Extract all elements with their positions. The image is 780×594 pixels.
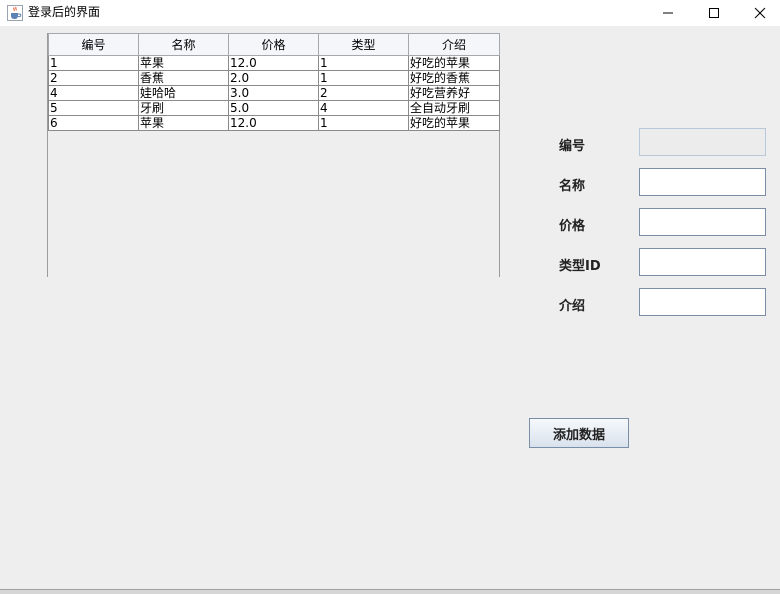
close-button[interactable] xyxy=(737,0,780,26)
table-cell[interactable]: 苹果 xyxy=(138,115,229,131)
table-row[interactable]: 1 苹果 12.0 1 好吃的苹果 xyxy=(48,55,500,71)
table-header-row: 编号 名称 价格 类型 介绍 xyxy=(48,33,500,56)
column-header-type[interactable]: 类型 xyxy=(318,33,409,56)
type-id-field[interactable] xyxy=(639,248,766,276)
price-label: 价格 xyxy=(559,219,586,234)
table-cell[interactable]: 4 xyxy=(48,85,139,101)
close-icon xyxy=(754,7,766,19)
table-cell[interactable]: 1 xyxy=(318,70,409,86)
java-cup-icon xyxy=(7,5,23,21)
table-row[interactable]: 2 香蕉 2.0 1 好吃的香蕉 xyxy=(48,70,500,86)
type-id-label: 类型ID xyxy=(559,259,601,274)
product-table-scroll[interactable]: 编号 名称 价格 类型 介绍 1 苹果 12.0 1 好吃的苹果 2 香蕉 2.… xyxy=(47,33,500,277)
table-cell[interactable]: 1 xyxy=(318,55,409,71)
table-cell[interactable]: 好吃的香蕉 xyxy=(408,70,500,86)
table-cell[interactable]: 2 xyxy=(48,70,139,86)
description-field[interactable] xyxy=(639,288,766,316)
id-field xyxy=(639,128,766,156)
table-cell[interactable]: 1 xyxy=(48,55,139,71)
table-cell[interactable]: 5 xyxy=(48,100,139,116)
table-row[interactable]: 5 牙刷 5.0 4 全自动牙刷 xyxy=(48,100,500,116)
add-data-button[interactable]: 添加数据 xyxy=(529,418,629,448)
table-row[interactable]: 4 娃哈哈 3.0 2 好吃营养好 xyxy=(48,85,500,101)
table-cell[interactable]: 1 xyxy=(318,115,409,131)
table-cell[interactable]: 好吃的苹果 xyxy=(408,55,500,71)
table-row[interactable]: 6 苹果 12.0 1 好吃的苹果 xyxy=(48,115,500,131)
table-cell[interactable]: 3.0 xyxy=(228,85,319,101)
table-cell[interactable]: 苹果 xyxy=(138,55,229,71)
name-field[interactable] xyxy=(639,168,766,196)
column-header-description[interactable]: 介绍 xyxy=(408,33,500,56)
maximize-icon xyxy=(709,8,719,18)
id-label: 编号 xyxy=(559,139,586,154)
table-cell[interactable]: 6 xyxy=(48,115,139,131)
table-cell[interactable]: 2.0 xyxy=(228,70,319,86)
window-bottom-border xyxy=(0,589,780,594)
table-cell[interactable]: 12.0 xyxy=(228,55,319,71)
table-cell[interactable]: 好吃的苹果 xyxy=(408,115,500,131)
name-label: 名称 xyxy=(559,179,586,194)
table-cell[interactable]: 好吃营养好 xyxy=(408,85,500,101)
product-table: 编号 名称 价格 类型 介绍 1 苹果 12.0 1 好吃的苹果 2 香蕉 2.… xyxy=(48,33,500,131)
title-bar: 登录后的界面 xyxy=(0,0,780,26)
table-cell[interactable]: 全自动牙刷 xyxy=(408,100,500,116)
table-cell[interactable]: 香蕉 xyxy=(138,70,229,86)
column-header-name[interactable]: 名称 xyxy=(138,33,229,56)
description-label: 介绍 xyxy=(559,299,586,314)
window-title: 登录后的界面 xyxy=(28,5,101,19)
table-cell[interactable]: 4 xyxy=(318,100,409,116)
minimize-button[interactable] xyxy=(645,0,691,26)
maximize-button[interactable] xyxy=(691,0,737,26)
table-cell[interactable]: 娃哈哈 xyxy=(138,85,229,101)
column-header-id[interactable]: 编号 xyxy=(48,33,139,56)
column-header-price[interactable]: 价格 xyxy=(228,33,319,56)
price-field[interactable] xyxy=(639,208,766,236)
table-cell[interactable]: 2 xyxy=(318,85,409,101)
table-cell[interactable]: 12.0 xyxy=(228,115,319,131)
minimize-icon xyxy=(663,12,673,14)
table-cell[interactable]: 5.0 xyxy=(228,100,319,116)
table-cell[interactable]: 牙刷 xyxy=(138,100,229,116)
